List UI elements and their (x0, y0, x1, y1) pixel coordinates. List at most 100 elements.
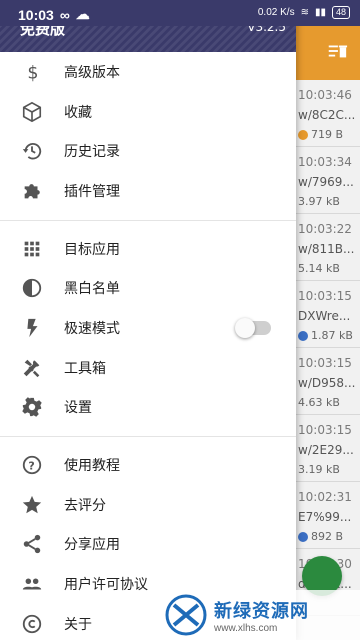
dollar-icon: $ (21, 61, 43, 83)
menu-item-toolbox[interactable]: 工具箱 (0, 348, 296, 388)
menu-item-label: 极速模式 (64, 320, 120, 337)
menu-item-label: 用户许可协议 (64, 577, 148, 594)
request-time: 10:03:34 (298, 155, 352, 169)
drawer-menu: $ 高级版本 收藏 历史记录 插件管理 目标应用 黑白名单 极速模式 工具箱 设… (0, 52, 296, 640)
request-path: DXWre... (298, 309, 351, 323)
battery-icon: 48 (331, 6, 350, 19)
flash-icon (21, 317, 43, 339)
type-dot-icon (298, 330, 308, 341)
request-path: E7%99... (298, 510, 352, 524)
watermark: 新绿资源网 www.xlhs.com (160, 590, 360, 640)
request-size: 719 B (298, 128, 343, 141)
filter-delete-icon[interactable] (326, 40, 348, 62)
background-request-list: 10:03:46 w/8C2C... 719 B 10:03:34 w/7969… (296, 80, 360, 616)
menu-item-label: 历史记录 (64, 144, 120, 161)
toggle-knob (235, 317, 255, 338)
fast-mode-toggle[interactable] (235, 317, 271, 338)
cloud-icon: ☁ (75, 6, 90, 22)
menu-item-favorites[interactable]: 收藏 (0, 92, 296, 132)
menu-item-blacklist[interactable]: 黑白名单 (0, 268, 296, 308)
status-bar: 10:03 ∞ ☁ 0.02 K/s ≋ ▮▮ 48 (0, 0, 360, 26)
gear-icon (21, 396, 43, 418)
request-size: 3.97 kB (298, 195, 340, 208)
network-speed: 0.02 K/s (257, 7, 295, 18)
history-icon (21, 140, 43, 162)
list-item[interactable]: 10:03:34 w/7969... 3.97 kB (296, 147, 360, 214)
request-path: w/811B... (298, 242, 355, 256)
request-size: 5.14 kB (298, 262, 340, 275)
request-path: w/7969... (298, 175, 354, 189)
watermark-title: 新绿资源网 (214, 600, 309, 622)
status-right: 0.02 K/s ≋ ▮▮ 48 (258, 6, 350, 19)
request-path: w/D958... (298, 376, 356, 390)
menu-item-label: 关于 (64, 616, 92, 633)
menu-item-share[interactable]: 分享应用 (0, 525, 296, 565)
menu-item-label: 收藏 (64, 104, 92, 121)
request-time: 10:03:15 (298, 356, 352, 370)
menu-item-settings[interactable]: 设置 (0, 388, 296, 428)
menu-item-label: 高级版本 (64, 64, 120, 81)
size-text: 5.14 kB (298, 262, 340, 275)
list-item[interactable]: 10:03:15 DXWre... 1.87 kB (296, 281, 360, 348)
request-time: 10:03:46 (298, 88, 352, 102)
menu-item-label: 分享应用 (64, 537, 120, 554)
request-time: 10:03:15 (298, 423, 352, 437)
list-item[interactable]: 10:03:22 w/811B... 5.14 kB (296, 214, 360, 281)
menu-item-label: 黑白名单 (64, 281, 120, 298)
request-time: 10:03:22 (298, 222, 352, 236)
size-text: 4.63 kB (298, 396, 340, 409)
menu-item-rate[interactable]: 去评分 (0, 485, 296, 525)
request-size: 892 B (298, 530, 343, 543)
tools-icon (21, 357, 43, 379)
list-item[interactable]: 10:03:46 w/8C2C... 719 B (296, 80, 360, 147)
menu-item-premium[interactable]: $ 高级版本 (0, 52, 296, 92)
size-text: 3.19 kB (298, 463, 340, 476)
status-left: 10:03 ∞ ☁ (18, 6, 90, 23)
menu-item-label: 设置 (64, 400, 92, 417)
contrast-icon (21, 277, 43, 299)
apps-grid-icon (21, 238, 43, 260)
people-icon (21, 573, 43, 595)
status-time: 10:03 (18, 6, 54, 23)
help-icon: ? (21, 454, 43, 476)
menu-item-label: 工具箱 (64, 360, 106, 377)
wifi-icon: ≋ (300, 7, 309, 18)
infinity-icon: ∞ (59, 6, 70, 23)
request-size: 1.87 kB (298, 329, 353, 342)
menu-item-label: 使用教程 (64, 458, 120, 475)
request-path: w/2E29... (298, 443, 354, 457)
type-dot-icon (298, 531, 308, 542)
menu-item-tutorial[interactable]: ? 使用教程 (0, 445, 296, 485)
request-time: 10:03:15 (298, 289, 352, 303)
svg-text:?: ? (28, 460, 34, 473)
type-dot-icon (298, 129, 308, 140)
menu-item-label: 插件管理 (64, 183, 120, 200)
copyright-icon (21, 613, 43, 635)
menu-item-target-apps[interactable]: 目标应用 (0, 229, 296, 269)
size-text: 719 B (311, 128, 344, 141)
watermark-text: 新绿资源网 www.xlhs.com (214, 597, 309, 634)
request-path: w/8C2C... (298, 108, 356, 122)
cube-icon (21, 101, 43, 123)
size-text: 3.97 kB (298, 195, 340, 208)
puzzle-icon (21, 180, 43, 202)
watermark-url: www.xlhs.com (214, 622, 278, 634)
menu-item-label: 去评分 (64, 497, 106, 514)
menu-item-fast-mode[interactable]: 极速模式 (0, 308, 296, 348)
svg-text:$: $ (27, 63, 38, 83)
navigation-drawer: 免费版 V3.2.5 $ 高级版本 收藏 历史记录 插件管理 目标应用 黑白名单… (0, 0, 296, 640)
menu-item-label: 目标应用 (64, 241, 120, 258)
star-icon (21, 494, 43, 516)
list-item[interactable]: 10:03:15 w/D958... 4.63 kB (296, 348, 360, 415)
list-item[interactable]: 10:03:15 w/2E29... 3.19 kB (296, 415, 360, 482)
menu-item-history[interactable]: 历史记录 (0, 131, 296, 171)
list-item[interactable]: 10:02:31 E7%99... 892 B (296, 482, 360, 549)
share-icon (21, 533, 43, 555)
size-text: 892 B (311, 530, 344, 543)
request-size: 3.19 kB (298, 463, 340, 476)
signal-icon: ▮▮ (314, 7, 326, 18)
menu-item-plugins[interactable]: 插件管理 (0, 171, 296, 211)
request-time: 10:02:31 (298, 490, 352, 504)
size-text: 1.87 kB (311, 329, 353, 342)
request-size: 4.63 kB (298, 396, 340, 409)
